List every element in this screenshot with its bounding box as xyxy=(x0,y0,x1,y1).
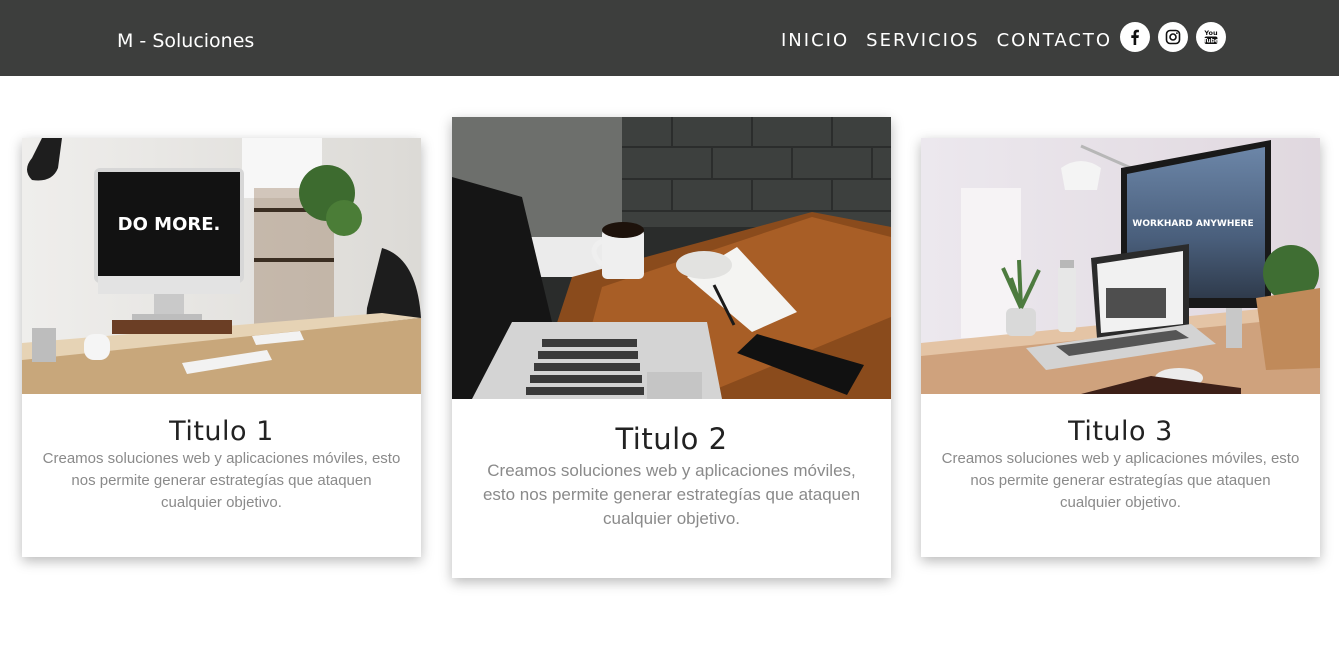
card-description: Creamos soluciones web y aplicaciones mó… xyxy=(42,450,401,511)
facebook-icon[interactable] xyxy=(1120,22,1150,52)
top-navbar: M - Soluciones INICIO SERVICIOS CONTACTO… xyxy=(0,0,1339,76)
service-card-3[interactable]: WORKHARD ANYWHERE Titulo 3 Creamos soluc… xyxy=(921,138,1320,557)
main-nav: INICIO SERVICIOS CONTACTO xyxy=(781,30,1129,51)
svg-text:You: You xyxy=(1203,29,1218,37)
image-text: WORKHARD ANYWHERE xyxy=(1132,219,1253,229)
card-description: Creamos soluciones web y aplicaciones mó… xyxy=(941,450,1300,511)
card-title: Titulo 3 xyxy=(1068,416,1173,447)
brand-logo-text[interactable]: M - Soluciones xyxy=(117,30,254,52)
card-image-laptop-coffee xyxy=(452,117,891,399)
svg-text:Tube: Tube xyxy=(1203,39,1219,45)
service-card-1[interactable]: DO MORE. Titulo 1 Creamos soluciones web… xyxy=(22,138,421,557)
youtube-icon[interactable]: You Tube xyxy=(1196,22,1226,52)
service-card-2[interactable]: Titulo 2 Creamos soluciones web y aplica… xyxy=(452,117,891,578)
nav-link-servicios[interactable]: SERVICIOS xyxy=(866,30,979,51)
nav-link-contacto[interactable]: CONTACTO xyxy=(997,30,1113,51)
card-title: Titulo 1 xyxy=(169,416,274,447)
nav-link-inicio[interactable]: INICIO xyxy=(781,30,849,51)
card-title: Titulo 2 xyxy=(615,422,728,456)
image-text: DO MORE. xyxy=(118,214,221,235)
social-links: You Tube xyxy=(1120,22,1234,52)
card-image-imac-laptop-workspace: WORKHARD ANYWHERE xyxy=(921,138,1320,394)
card-image-desk-imac: DO MORE. xyxy=(22,138,421,394)
instagram-icon[interactable] xyxy=(1158,22,1188,52)
card-description: Creamos soluciones web y aplicaciones mó… xyxy=(482,461,861,528)
